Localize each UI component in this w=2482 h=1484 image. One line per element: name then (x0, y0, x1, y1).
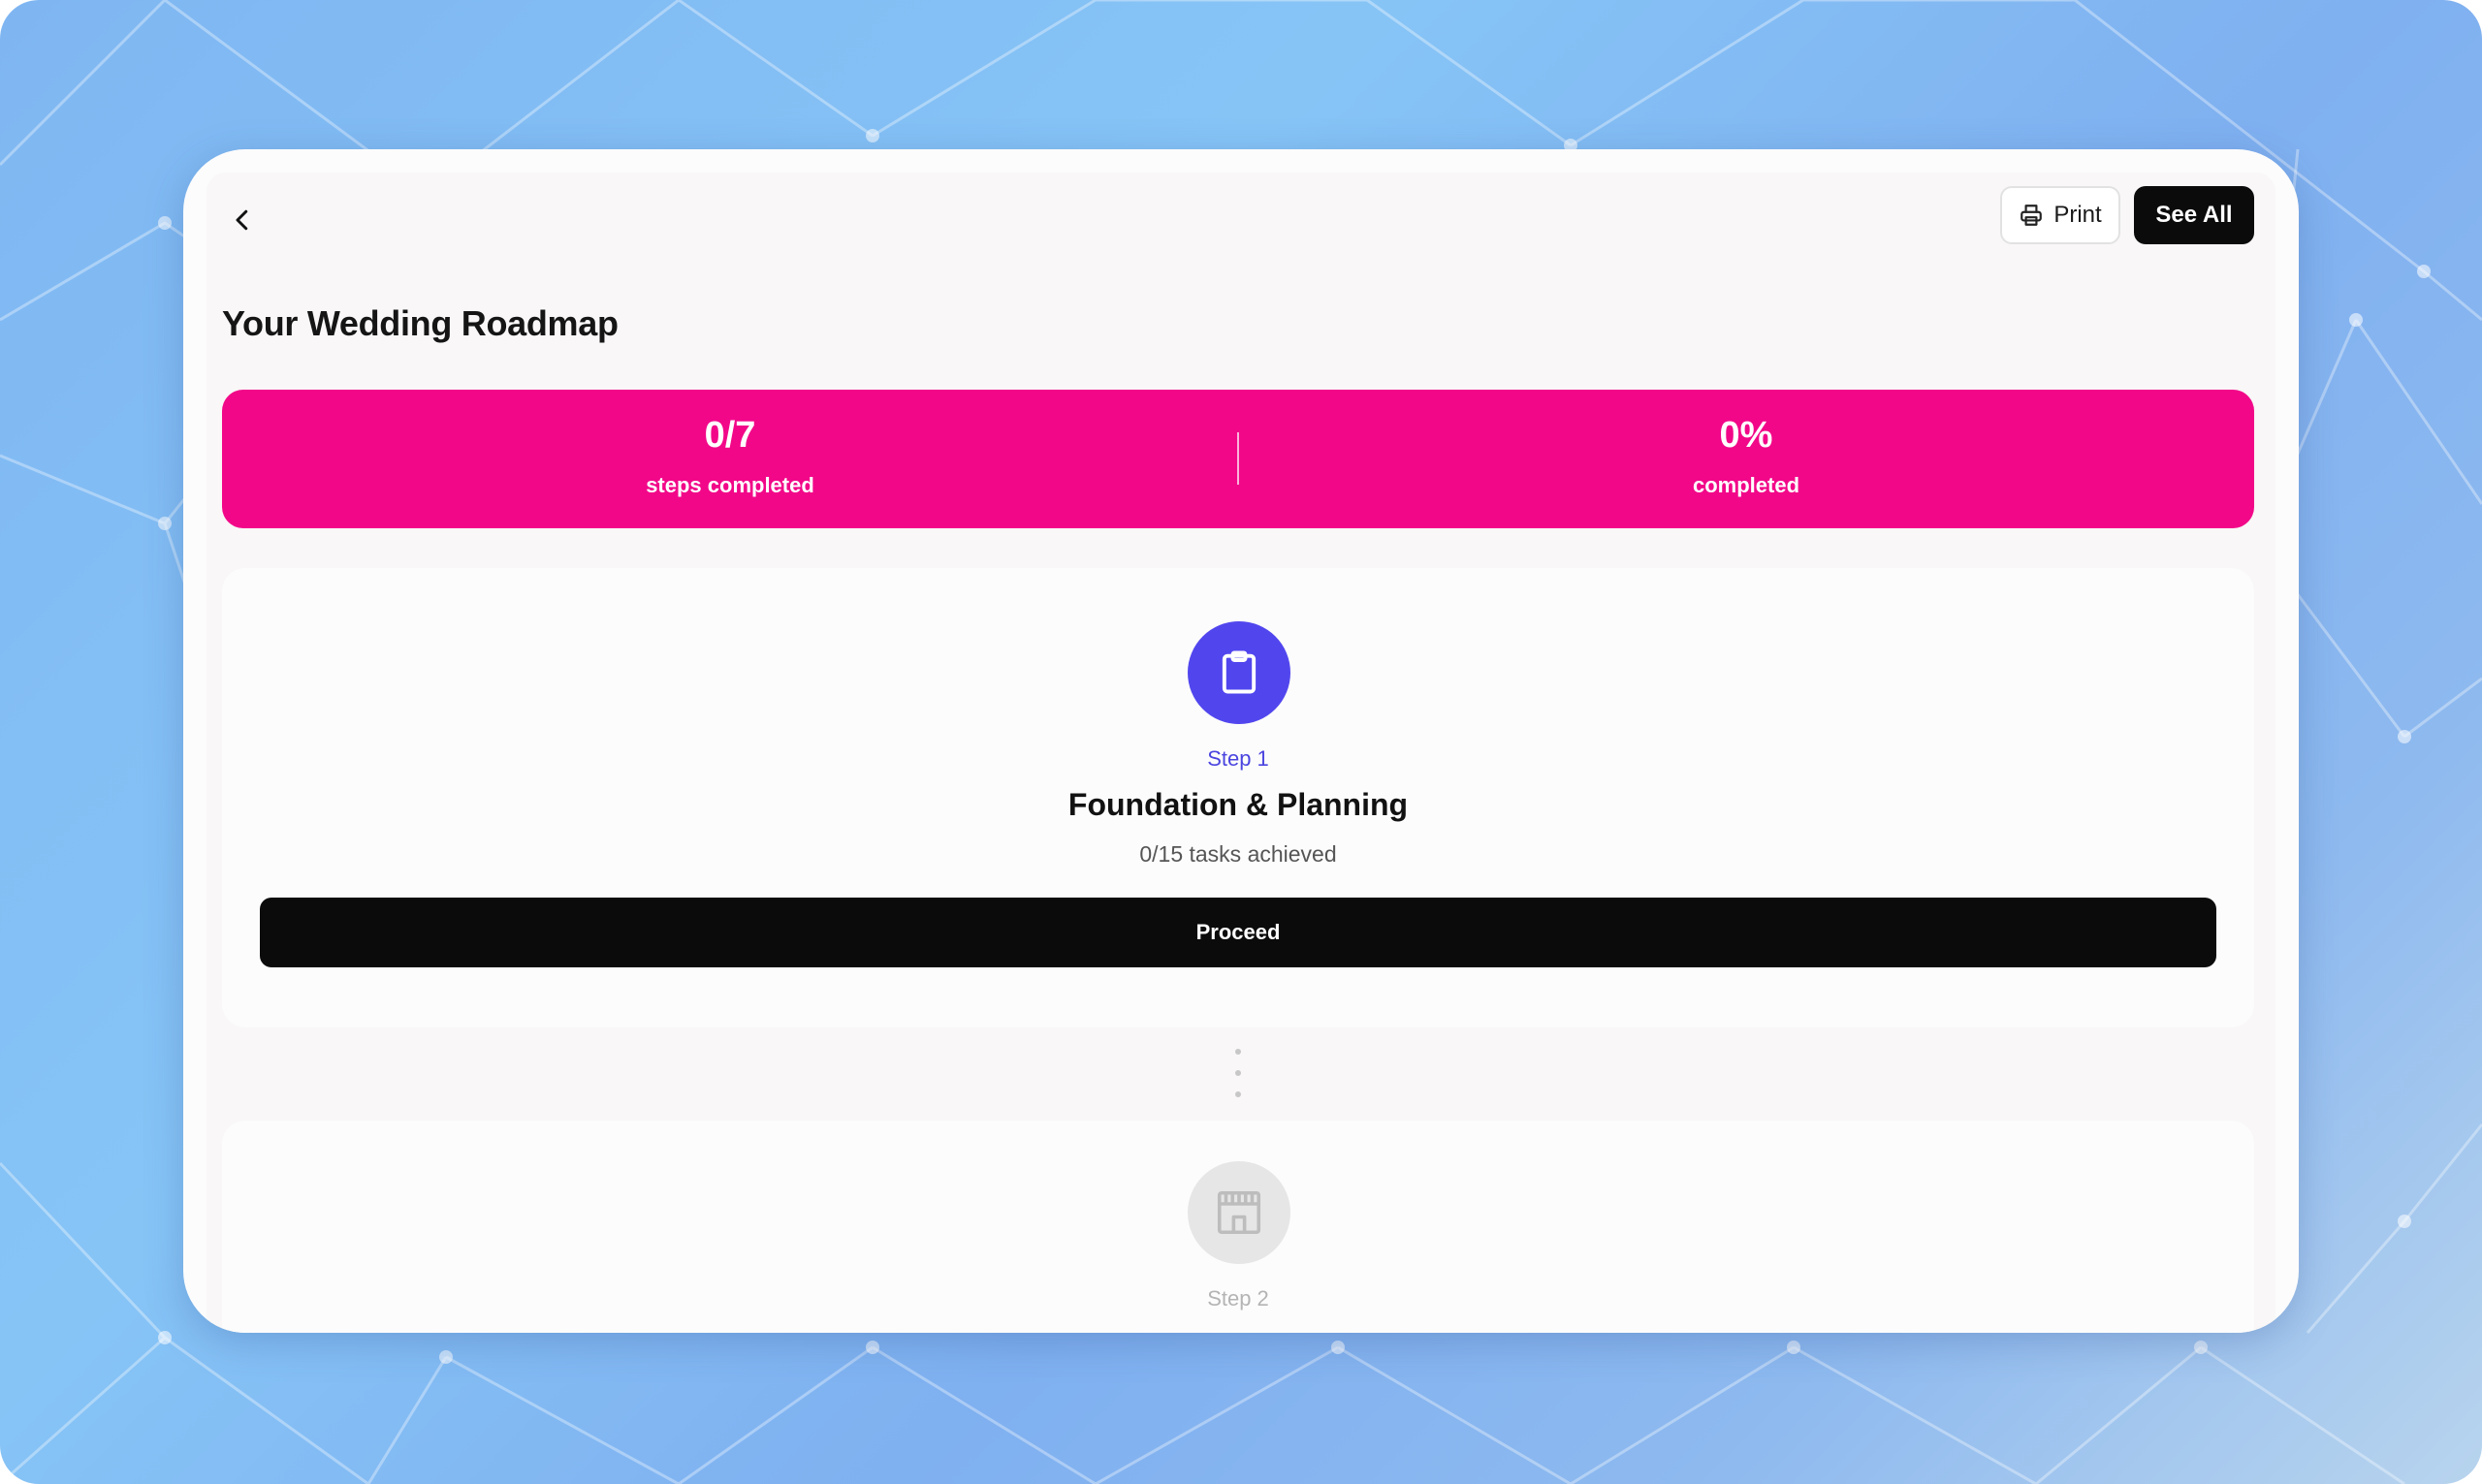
back-button[interactable] (220, 198, 265, 242)
step-card-2[interactable]: Step 2 (222, 1121, 2254, 1333)
steps-completed-label: steps completed (646, 473, 814, 497)
see-all-button[interactable]: See All (2134, 186, 2254, 244)
step-connector-dots (1235, 1049, 1241, 1097)
venue-building-icon (1217, 1190, 1261, 1235)
app-screen: Print See All Your Wedding Roadmap 0/7 s… (207, 173, 2275, 1333)
percent-completed-stat: 0% completed (1238, 390, 2254, 528)
step-card-1: Step 1 Foundation & Planning 0/15 tasks … (222, 568, 2254, 1027)
tablet-frame: Print See All Your Wedding Roadmap 0/7 s… (183, 149, 2299, 1333)
chevron-left-icon (236, 209, 248, 231)
clipboard-icon (1222, 650, 1257, 694)
progress-summary-banner: 0/7 steps completed 0% completed (222, 390, 2254, 528)
printer-icon (2021, 205, 2043, 226)
step-1-tasks-progress: 0/15 tasks achieved (1139, 841, 1337, 867)
desktop-background: Print See All Your Wedding Roadmap 0/7 s… (0, 0, 2482, 1484)
steps-completed-stat: 0/7 steps completed (222, 390, 1238, 528)
step-2-label: Step 2 (1207, 1286, 1269, 1310)
percent-completed-value: 0% (1719, 415, 1773, 456)
print-button[interactable]: Print (2000, 186, 2120, 244)
proceed-button[interactable]: Proceed (260, 898, 2216, 967)
step-2-icon-circle (1188, 1161, 1290, 1264)
percent-completed-label: completed (1692, 473, 1800, 497)
step-1-title: Foundation & Planning (1067, 787, 1409, 822)
step-1-label: Step 1 (1207, 746, 1269, 771)
step-1-icon-circle (1188, 621, 1290, 724)
steps-completed-value: 0/7 (704, 415, 756, 456)
page-title: Your Wedding Roadmap (222, 303, 619, 343)
print-label: Print (2053, 202, 2102, 228)
